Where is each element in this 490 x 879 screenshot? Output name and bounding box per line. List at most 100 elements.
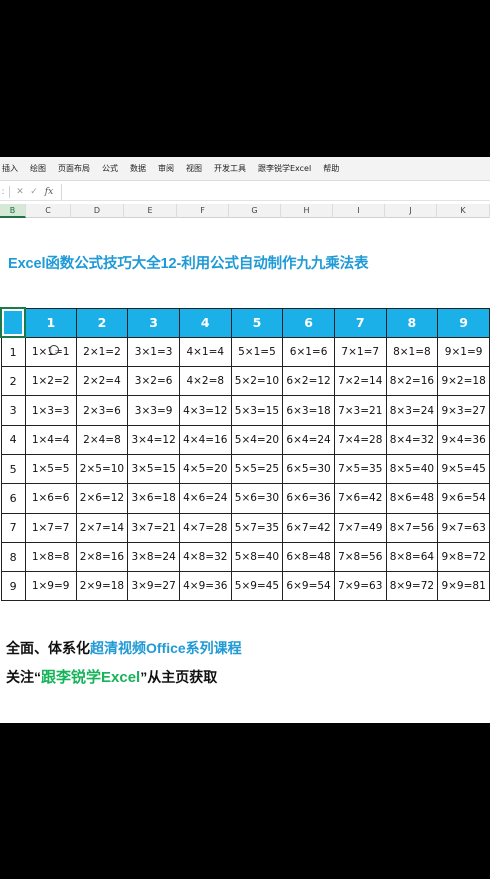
table-cell[interactable]: 2×6=12 [75,483,129,514]
column-header-b[interactable]: B [0,204,26,218]
table-cell[interactable]: 5×6=30 [230,483,284,514]
table-cell[interactable]: 9×6=54 [437,483,490,514]
row-header-cell[interactable]: 6 [0,483,26,514]
table-cell[interactable]: 3×9=27 [127,571,180,602]
table-cell[interactable]: 6×9=54 [282,571,335,602]
tab-help[interactable]: 帮助 [317,163,345,174]
row-header-cell[interactable]: 4 [0,424,26,455]
column-header-f[interactable]: F [177,204,229,218]
table-cell[interactable]: 3×1=3 [127,336,180,368]
column-header-g[interactable]: G [229,204,281,218]
table-cell[interactable]: 2×2=4 [75,366,129,397]
table-cell[interactable]: 9×7=63 [437,512,490,543]
table-cell[interactable]: 5×9=45 [230,571,284,602]
table-cell[interactable]: 3×2=6 [127,366,180,397]
table-cell[interactable]: 4×1=4 [178,336,232,368]
table-cell[interactable]: 8×6=48 [385,483,439,514]
table-cell[interactable]: 1×8=8 [24,541,77,573]
tab-draw[interactable]: 绘图 [24,163,52,174]
table-cell[interactable]: 1×3=3 [24,395,77,426]
table-cell[interactable]: 5×8=40 [230,541,284,573]
table-cell[interactable]: 9×9=81 [437,571,490,602]
table-cell[interactable]: 9×2=18 [437,366,490,397]
table-cell[interactable]: 8×8=64 [385,541,439,573]
table-cell[interactable]: 6×2=12 [282,366,335,397]
check-icon[interactable]: ✓ [27,187,41,197]
table-cell[interactable]: 8×9=72 [385,571,439,602]
table-cell[interactable]: 7×3=21 [333,395,387,426]
col-header-cell[interactable]: 4 [178,307,232,338]
table-cell[interactable]: 2×1=2 [75,336,129,368]
table-cell[interactable]: 7×5=35 [333,453,387,485]
table-cell[interactable]: 2×4=8 [75,424,129,455]
table-cell[interactable]: 1×5=5 [24,453,77,485]
tab-page-layout[interactable]: 页面布局 [52,163,96,174]
table-cell[interactable]: 4×5=20 [178,453,232,485]
table-cell[interactable]: 5×2=10 [230,366,284,397]
col-header-cell[interactable]: 1 [24,307,77,338]
table-cell[interactable]: 1×2=2 [24,366,77,397]
table-cell[interactable]: 5×3=15 [230,395,284,426]
table-cell[interactable]: 7×9=63 [333,571,387,602]
col-header-cell[interactable]: 6 [282,307,335,338]
table-cell[interactable]: 9×1=9 [437,336,490,368]
row-header-cell[interactable]: 2 [0,366,26,397]
table-cell[interactable]: 6×4=24 [282,424,335,455]
tab-view[interactable]: 视图 [180,163,208,174]
table-cell[interactable]: 8×1=8 [385,336,439,368]
table-cell[interactable]: 5×4=20 [230,424,284,455]
table-cell[interactable]: 4×4=16 [178,424,232,455]
col-header-cell[interactable]: 7 [333,307,387,338]
table-cell[interactable]: 3×8=24 [127,541,180,573]
table-cell[interactable]: 4×9=36 [178,571,232,602]
table-cell[interactable]: 7×4=28 [333,424,387,455]
table-cell[interactable]: 8×3=24 [385,395,439,426]
table-cell[interactable]: 1×4=4 [24,424,77,455]
table-cell[interactable]: 4×2=8 [178,366,232,397]
col-header-cell[interactable]: 8 [385,307,439,338]
col-header-cell[interactable]: 5 [230,307,284,338]
close-icon[interactable]: ✕ [13,187,27,197]
row-header-cell[interactable]: 1 [0,336,26,368]
table-cell[interactable]: 7×1=7 [333,336,387,368]
tab-data[interactable]: 数据 [124,163,152,174]
column-header-d[interactable]: D [71,204,124,218]
column-header-e[interactable]: E [124,204,177,218]
row-header-cell[interactable]: 5 [0,453,26,485]
table-cell[interactable]: 1×9=9 [24,571,77,602]
table-cell[interactable]: 3×4=12 [127,424,180,455]
col-header-cell[interactable]: 3 [127,307,180,338]
table-cell[interactable]: 8×4=32 [385,424,439,455]
row-header-cell[interactable]: 8 [0,541,26,573]
table-cell[interactable]: 4×8=32 [178,541,232,573]
table-cell[interactable]: 1×7=7 [24,512,77,543]
table-cell[interactable]: 2×9=18 [75,571,129,602]
table-cell[interactable]: 8×7=56 [385,512,439,543]
formula-input[interactable] [61,183,490,200]
tab-custom-addin[interactable]: 跟李锐学Excel [252,163,317,174]
table-cell[interactable]: 7×7=49 [333,512,387,543]
table-cell[interactable]: 4×6=24 [178,483,232,514]
table-cell[interactable]: 5×1=5 [230,336,284,368]
row-header-cell[interactable]: 3 [0,395,26,426]
table-cell[interactable]: 6×8=48 [282,541,335,573]
table-cell[interactable]: 2×3=6 [75,395,129,426]
table-cell[interactable]: 9×3=27 [437,395,490,426]
name-box-edge[interactable]: : [0,187,6,197]
tab-review[interactable]: 审阅 [152,163,180,174]
row-header-cell[interactable]: 9 [0,571,26,602]
column-header-k[interactable]: K [437,204,490,218]
table-cell[interactable]: 3×6=18 [127,483,180,514]
table-cell[interactable]: 6×1=6 [282,336,335,368]
table-cell[interactable]: 9×5=45 [437,453,490,485]
table-cell[interactable]: 7×8=56 [333,541,387,573]
table-cell[interactable]: 9×4=36 [437,424,490,455]
table-cell[interactable]: 1×6=6 [24,483,77,514]
table-cell[interactable]: 6×6=36 [282,483,335,514]
table-cell[interactable]: 9×8=72 [437,541,490,573]
selected-cell[interactable] [0,306,27,339]
row-header-cell[interactable]: 7 [0,512,26,543]
col-header-cell[interactable]: 9 [437,307,490,338]
column-header-i[interactable]: I [333,204,385,218]
tab-insert[interactable]: 插入 [0,163,24,174]
